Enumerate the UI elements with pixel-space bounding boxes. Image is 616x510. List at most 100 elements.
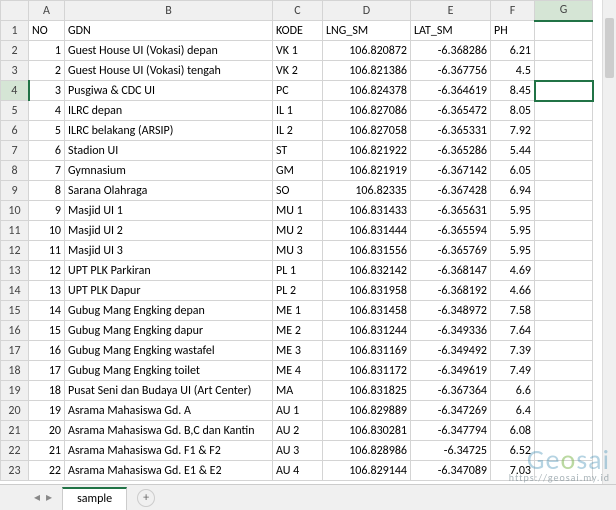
cell-F11[interactable]: 5.95 — [491, 221, 535, 241]
cell-A14[interactable]: 13 — [29, 281, 65, 301]
cell-F13[interactable]: 4.69 — [491, 261, 535, 281]
row-header[interactable]: 9 — [1, 181, 29, 201]
cell-C19[interactable]: MA — [273, 381, 323, 401]
cell-F7[interactable]: 5.44 — [491, 141, 535, 161]
cell-A10[interactable]: 9 — [29, 201, 65, 221]
cell-C22[interactable]: AU 3 — [273, 441, 323, 461]
cell-B2[interactable]: Guest House UI (Vokasi) depan — [65, 41, 273, 61]
cell-B9[interactable]: Sarana Olahraga — [65, 181, 273, 201]
row-header[interactable]: 10 — [1, 201, 29, 221]
cell-C8[interactable]: GM — [273, 161, 323, 181]
cell-F5[interactable]: 8.05 — [491, 101, 535, 121]
cell-A1[interactable]: NO — [29, 21, 65, 41]
row-header[interactable]: 14 — [1, 281, 29, 301]
cell-A21[interactable]: 20 — [29, 421, 65, 441]
cell-D13[interactable]: 106.832142 — [323, 261, 411, 281]
col-header-C[interactable]: C — [273, 1, 323, 21]
spreadsheet-grid[interactable]: ABCDEFG 1NOGDNKODELNG_SMLAT_SMPH21Guest … — [0, 0, 593, 481]
cell-E6[interactable]: -6.365331 — [411, 121, 491, 141]
cell-D4[interactable]: 106.824378 — [323, 81, 411, 101]
cell-A5[interactable]: 4 — [29, 101, 65, 121]
cell-D12[interactable]: 106.831556 — [323, 241, 411, 261]
cell-G11[interactable] — [535, 221, 593, 241]
row-header[interactable]: 3 — [1, 61, 29, 81]
cell-F3[interactable]: 4.5 — [491, 61, 535, 81]
cell-B17[interactable]: Gubug Mang Engking wastafel — [65, 341, 273, 361]
cell-D7[interactable]: 106.821922 — [323, 141, 411, 161]
row-header[interactable]: 8 — [1, 161, 29, 181]
cell-D3[interactable]: 106.821386 — [323, 61, 411, 81]
cell-C10[interactable]: MU 1 — [273, 201, 323, 221]
cell-A15[interactable]: 14 — [29, 301, 65, 321]
cell-A3[interactable]: 2 — [29, 61, 65, 81]
tab-nav-left-icon[interactable]: ◂ — [34, 490, 40, 505]
cell-A11[interactable]: 10 — [29, 221, 65, 241]
cell-D16[interactable]: 106.831244 — [323, 321, 411, 341]
col-header-E[interactable]: E — [411, 1, 491, 21]
cell-B21[interactable]: Asrama Mahasiswa Gd. B,C dan Kantin — [65, 421, 273, 441]
cell-B12[interactable]: Masjid UI 3 — [65, 241, 273, 261]
cell-C1[interactable]: KODE — [273, 21, 323, 41]
cell-D20[interactable]: 106.829889 — [323, 401, 411, 421]
cell-G19[interactable] — [535, 381, 593, 401]
row-header[interactable]: 4 — [1, 81, 29, 101]
cell-A4[interactable]: 3 — [29, 81, 65, 101]
cell-A13[interactable]: 12 — [29, 261, 65, 281]
cell-G10[interactable] — [535, 201, 593, 221]
cell-G20[interactable] — [535, 401, 593, 421]
cell-A18[interactable]: 17 — [29, 361, 65, 381]
cell-E1[interactable]: LAT_SM — [411, 21, 491, 41]
cell-D14[interactable]: 106.831958 — [323, 281, 411, 301]
cell-E9[interactable]: -6.367428 — [411, 181, 491, 201]
cell-B14[interactable]: UPT PLK Dapur — [65, 281, 273, 301]
col-header-A[interactable]: A — [29, 1, 65, 21]
tab-nav-arrows[interactable]: ◂ ▸ — [28, 490, 58, 505]
cell-G5[interactable] — [535, 101, 593, 121]
cell-B13[interactable]: UPT PLK Parkiran — [65, 261, 273, 281]
cell-F1[interactable]: PH — [491, 21, 535, 41]
cell-B11[interactable]: Masjid UI 2 — [65, 221, 273, 241]
cell-G14[interactable] — [535, 281, 593, 301]
cell-F4[interactable]: 8.45 — [491, 81, 535, 101]
cell-F8[interactable]: 6.05 — [491, 161, 535, 181]
cell-F16[interactable]: 7.64 — [491, 321, 535, 341]
cell-D11[interactable]: 106.831444 — [323, 221, 411, 241]
cell-F10[interactable]: 5.95 — [491, 201, 535, 221]
cell-F21[interactable]: 6.08 — [491, 421, 535, 441]
cell-B6[interactable]: ILRC belakang (ARSIP) — [65, 121, 273, 141]
cell-A19[interactable]: 18 — [29, 381, 65, 401]
cell-E11[interactable]: -6.365594 — [411, 221, 491, 241]
cell-G22[interactable] — [535, 441, 593, 461]
row-header[interactable]: 18 — [1, 361, 29, 381]
cell-C13[interactable]: PL 1 — [273, 261, 323, 281]
cell-C3[interactable]: VK 2 — [273, 61, 323, 81]
cell-C23[interactable]: AU 4 — [273, 461, 323, 481]
col-header-F[interactable]: F — [491, 1, 535, 21]
cell-G15[interactable] — [535, 301, 593, 321]
cell-E13[interactable]: -6.368147 — [411, 261, 491, 281]
cell-D10[interactable]: 106.831433 — [323, 201, 411, 221]
cell-A20[interactable]: 19 — [29, 401, 65, 421]
cell-G3[interactable] — [535, 61, 593, 81]
cell-B4[interactable]: Pusgiwa & CDC UI — [65, 81, 273, 101]
cell-B18[interactable]: Gubug Mang Engking toilet — [65, 361, 273, 381]
cell-B8[interactable]: Gymnasium — [65, 161, 273, 181]
cell-F17[interactable]: 7.39 — [491, 341, 535, 361]
sheet-tab-sample[interactable]: sample — [62, 487, 127, 510]
cell-B20[interactable]: Asrama Mahasiswa Gd. A — [65, 401, 273, 421]
cell-C18[interactable]: ME 4 — [273, 361, 323, 381]
cell-G8[interactable] — [535, 161, 593, 181]
cell-G4[interactable] — [535, 81, 593, 101]
cell-E20[interactable]: -6.347269 — [411, 401, 491, 421]
cell-F23[interactable]: 7.03 — [491, 461, 535, 481]
row-header[interactable]: 19 — [1, 381, 29, 401]
select-all-corner[interactable] — [1, 1, 29, 21]
cell-A2[interactable]: 1 — [29, 41, 65, 61]
cell-C20[interactable]: AU 1 — [273, 401, 323, 421]
cell-A17[interactable]: 16 — [29, 341, 65, 361]
cell-B15[interactable]: Gubug Mang Engking depan — [65, 301, 273, 321]
cell-B3[interactable]: Guest House UI (Vokasi) tengah — [65, 61, 273, 81]
cell-C9[interactable]: SO — [273, 181, 323, 201]
cell-G16[interactable] — [535, 321, 593, 341]
cell-A8[interactable]: 7 — [29, 161, 65, 181]
